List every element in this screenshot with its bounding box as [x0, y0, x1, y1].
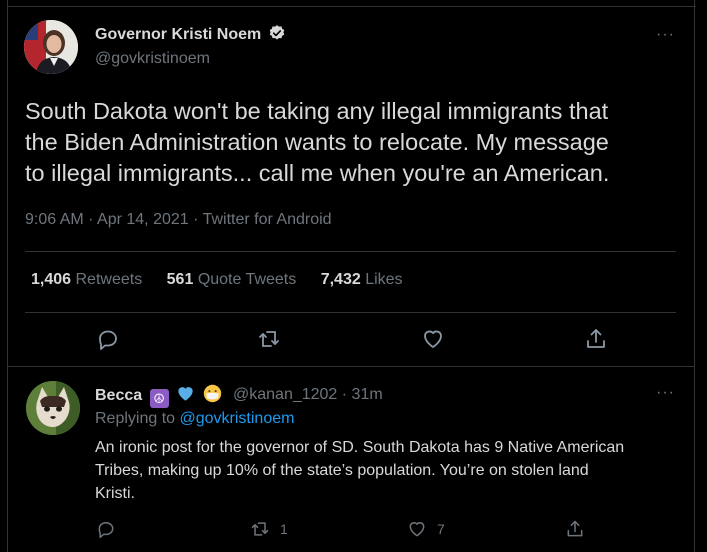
reply-author-avatar[interactable] — [26, 381, 80, 435]
retweet-icon[interactable] — [257, 327, 281, 351]
reply-text-line: Tribes, making up 10% of the state’s pop… — [95, 462, 589, 479]
like-heart-icon[interactable] — [421, 327, 445, 351]
verified-badge-icon — [268, 24, 286, 47]
stats-divider-bottom — [25, 312, 676, 313]
replying-to-handle-link[interactable]: @govkristinoem — [180, 410, 295, 427]
more-options-icon[interactable]: ··· — [656, 26, 675, 44]
retweets-stat[interactable]: 1,406 Retweets — [31, 271, 142, 288]
reply-share-icon — [567, 520, 583, 537]
reply-icon[interactable] — [96, 327, 120, 351]
tweet-stats: 1,406 Retweets 561 Quote Tweets 7,432 Li… — [31, 271, 403, 289]
top-divider — [7, 6, 696, 7]
reply-author-name[interactable]: Becca ☮ — [95, 384, 222, 408]
reply-retweet-icon — [251, 522, 269, 536]
stats-divider-top — [25, 251, 676, 252]
tweet-text-line: South Dakota won't be taking any illegal… — [25, 98, 609, 124]
quote-tweets-stat[interactable]: 561 Quote Tweets — [167, 271, 297, 288]
reply-like-count: 7 — [437, 521, 445, 537]
reply-reply-button[interactable] — [96, 519, 116, 539]
author-avatar[interactable] — [24, 20, 78, 74]
author-handle[interactable]: @govkristinoem — [95, 50, 210, 68]
reply-text-line: An ironic post for the governor of SD. S… — [95, 439, 625, 456]
tweet-timestamp-source[interactable]: 9:06 AM · Apr 14, 2021 · Twitter for And… — [25, 211, 332, 229]
author-name[interactable]: Governor Kristi Noem — [95, 24, 286, 47]
reply-retweet-button[interactable]: 1 — [250, 519, 288, 539]
blue-heart-icon — [176, 384, 195, 403]
reply-retweet-count: 1 — [280, 521, 288, 537]
peace-symbol-icon: ☮ — [149, 389, 169, 408]
likes-stat[interactable]: 7,432 Likes — [321, 271, 403, 288]
reply-author-handle-time[interactable]: @kanan_1202 · 31m — [233, 386, 383, 404]
reply-text-line: Kristi. — [95, 485, 135, 502]
reply-share-button[interactable] — [565, 519, 585, 539]
reply-divider — [8, 366, 695, 367]
face-with-medical-mask-icon — [203, 384, 222, 403]
reply-more-options-icon[interactable]: ··· — [656, 384, 675, 402]
share-icon[interactable] — [584, 327, 608, 351]
reply-like-button[interactable]: 7 — [407, 519, 445, 539]
tweet-text: South Dakota won't be taking any illegal… — [25, 96, 675, 189]
reply-like-heart-icon — [409, 522, 425, 537]
tweet-text-line: the Biden Administration wants to reloca… — [25, 129, 609, 155]
replying-to: Replying to @govkristinoem — [95, 410, 295, 427]
reply-comment-icon — [98, 522, 114, 539]
reply-text: An ironic post for the governor of SD. S… — [95, 436, 685, 505]
tweet-text-line: to illegal immigrants... call me when yo… — [25, 160, 610, 186]
